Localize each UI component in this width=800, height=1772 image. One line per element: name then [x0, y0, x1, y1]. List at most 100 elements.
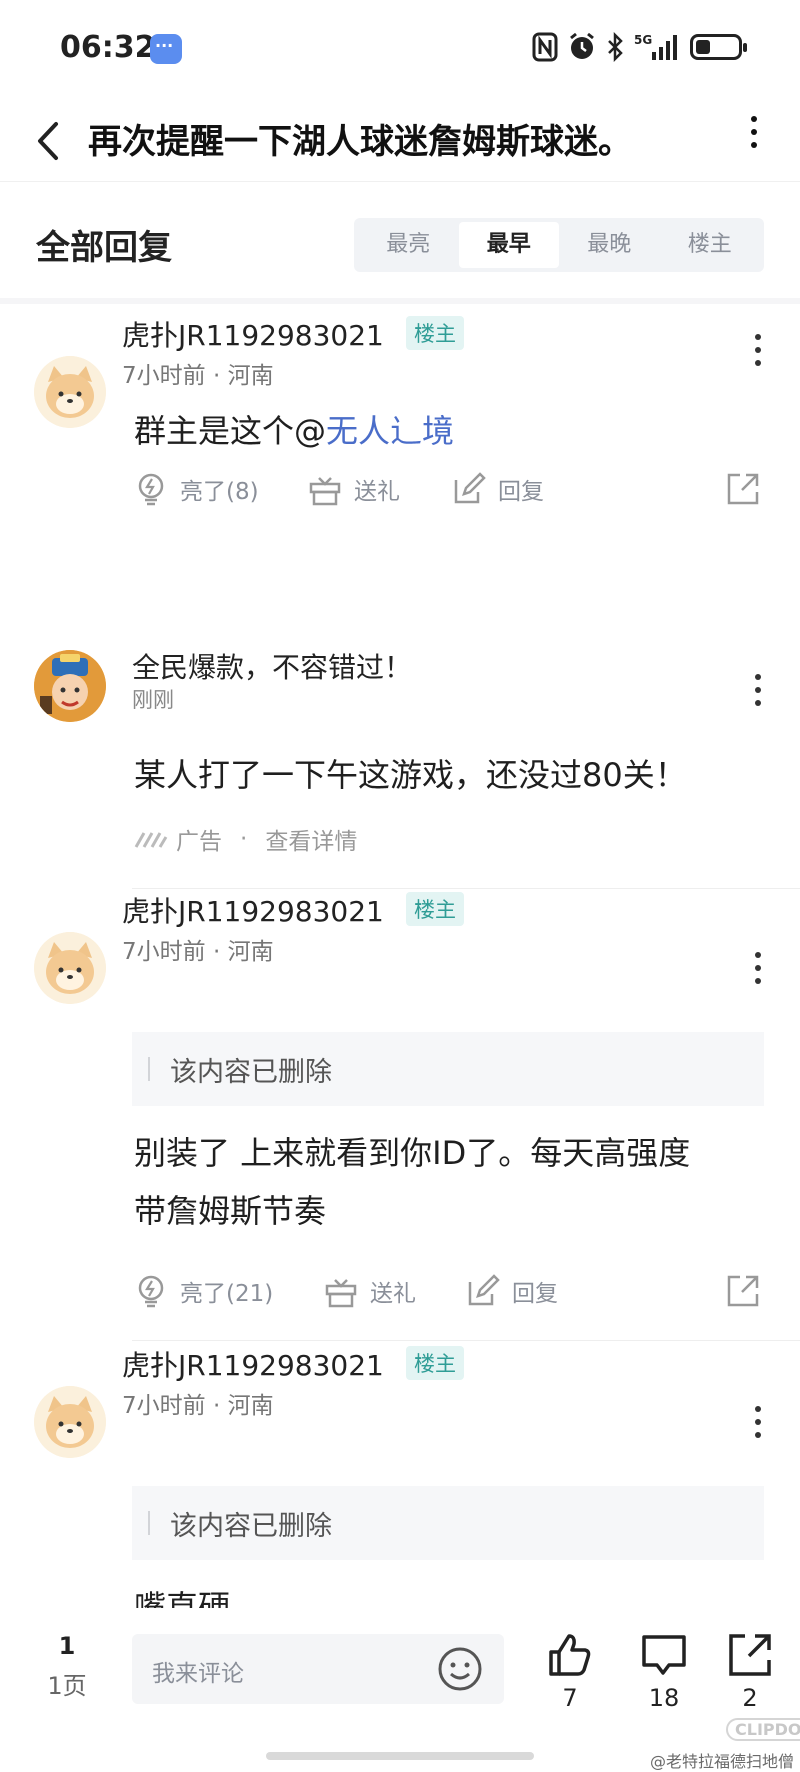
reply-item: 虎扑JR1192983021 楼主 7小时前 · 河南 群主是这个@无人辶境 亮… — [0, 304, 800, 592]
ad-info: 广告 · 查看详情 — [134, 822, 357, 856]
mention-link[interactable]: 无人辶境 — [326, 412, 454, 450]
username[interactable]: 虎扑JR1192983021 — [122, 1344, 384, 1384]
reply-content-line: 带詹姆斯节奏 — [134, 1192, 327, 1230]
edit-icon — [454, 472, 486, 504]
status-bar: 06:32 5G — [0, 0, 800, 100]
gift-icon — [309, 477, 341, 506]
ad-meta: 刚刚 — [132, 688, 174, 712]
share-button[interactable] — [724, 470, 762, 508]
battery-icon — [690, 34, 747, 60]
page-indicator[interactable]: 1 1页 — [30, 1632, 104, 1701]
ad-item: 全民爆款，不容错过！ 刚刚 某人打了一下午这游戏，还没过80关！ 广告 · 查看… — [0, 592, 800, 888]
tab-op-only[interactable]: 楼主 — [660, 222, 761, 268]
op-badge: 楼主 — [406, 892, 464, 926]
share-icon — [727, 473, 759, 505]
gift-label: 送礼 — [370, 1281, 416, 1307]
reply-label: 回复 — [498, 479, 544, 505]
nfc-icon — [532, 32, 558, 62]
like-count: 亮了(8) — [180, 479, 259, 505]
current-page: 1 — [58, 1632, 76, 1660]
svg-text:5G: 5G — [634, 33, 652, 47]
page-title: 再次提醒一下湖人球迷詹姆斯球迷。 — [88, 122, 632, 162]
replies-title: 全部回复 — [36, 228, 172, 268]
more-options-icon[interactable] — [746, 674, 770, 706]
thumbs-up-icon — [549, 1634, 591, 1676]
more-options-icon[interactable] — [742, 116, 766, 148]
dot-separator: · — [240, 826, 248, 852]
avatar[interactable] — [34, 932, 106, 1004]
lightbulb-icon — [138, 1275, 164, 1308]
ad-logo-icon — [134, 832, 168, 848]
ad-content[interactable]: 某人打了一下午这游戏，还没过80关！ — [134, 746, 687, 804]
reply-content: 群主是这个@无人辶境 — [134, 402, 454, 460]
quoted-reply[interactable]: 该内容已删除 — [132, 1486, 764, 1560]
reply-item: 虎扑JR1192983021 楼主 7小时前 · 河南 该内容已删除 别装了 上… — [0, 888, 800, 1338]
watermark-logo: CLIPDO — [726, 1718, 800, 1741]
comment-bubble-icon — [642, 1635, 686, 1675]
status-icons: 5G — [532, 32, 747, 62]
reply-button[interactable]: 回复 — [464, 1272, 558, 1310]
more-options-icon[interactable] — [746, 334, 770, 366]
username[interactable]: 虎扑JR1192983021 — [122, 314, 384, 354]
ad-label: 广告 — [176, 829, 222, 855]
quoted-text: 该内容已删除 — [170, 1511, 332, 1542]
post-like-count: 7 — [562, 1684, 578, 1712]
quoted-text: 该内容已删除 — [170, 1057, 332, 1088]
username[interactable]: 虎扑JR1192983021 — [122, 890, 384, 930]
watermark: @老特拉福德扫地僧 — [649, 1752, 794, 1771]
like-button[interactable]: 亮了(8) — [132, 470, 259, 508]
op-badge: 楼主 — [406, 316, 464, 350]
quoted-reply[interactable]: 该内容已删除 — [132, 1032, 764, 1106]
lightbulb-icon — [138, 473, 164, 506]
share-count: 2 — [742, 1684, 758, 1712]
message-bubble-icon — [150, 34, 182, 64]
reply-actions: 亮了(8) 送礼 回复 — [132, 470, 772, 520]
reply-item: 虎扑JR1192983021 楼主 7小时前 · 河南 该内容已删除 嘴直硬 — [0, 1340, 800, 1608]
reply-label: 回复 — [512, 1281, 558, 1307]
gift-label: 送礼 — [354, 479, 400, 505]
back-arrow-icon[interactable] — [30, 118, 70, 164]
share-post-button[interactable]: 2 — [718, 1630, 782, 1712]
comment-input[interactable]: 我来评论 — [132, 1634, 504, 1704]
reply-button[interactable]: 回复 — [450, 470, 544, 508]
share-button[interactable] — [724, 1272, 762, 1310]
tab-earliest[interactable]: 最早 — [458, 222, 559, 268]
tab-brightest[interactable]: 最亮 — [358, 222, 459, 268]
status-time: 06:32 — [60, 30, 156, 65]
ad-title[interactable]: 全民爆款，不容错过！ — [132, 646, 412, 686]
comment-placeholder: 我来评论 — [152, 1661, 244, 1687]
more-options-icon[interactable] — [746, 952, 770, 984]
home-indicator[interactable] — [266, 1752, 534, 1760]
comment-count: 18 — [648, 1684, 680, 1712]
gift-icon — [325, 1279, 357, 1308]
reply-content: 嘴直硬 — [134, 1588, 231, 1608]
share-icon — [727, 1275, 759, 1307]
like-count: 亮了(21) — [180, 1281, 274, 1307]
tab-latest[interactable]: 最晚 — [559, 222, 660, 268]
gift-button[interactable]: 送礼 — [306, 470, 400, 508]
reply-content-line: 别装了 上来就看到你ID了。每天高强度 — [134, 1134, 691, 1172]
alarm-icon — [568, 32, 596, 62]
post-meta: 7小时前 · 河南 — [122, 363, 274, 389]
ad-details-link[interactable]: 查看详情 — [265, 822, 357, 856]
replies-header: 全部回复 最亮 最早 最晚 楼主 — [0, 182, 800, 304]
bluetooth-icon — [606, 32, 624, 62]
emoji-icon[interactable] — [436, 1645, 484, 1693]
avatar[interactable] — [34, 356, 106, 428]
reply-text: 群主是这个@ — [134, 412, 327, 450]
title-bar: 再次提醒一下湖人球迷詹姆斯球迷。 — [0, 100, 800, 182]
op-badge: 楼主 — [406, 1346, 464, 1380]
like-post-button[interactable]: 7 — [538, 1630, 602, 1712]
avatar[interactable] — [34, 1386, 106, 1458]
comments-button[interactable]: 18 — [632, 1630, 696, 1712]
ad-avatar[interactable] — [34, 650, 106, 722]
reply-actions: 亮了(21) 送礼 回复 — [132, 1272, 772, 1322]
edit-icon — [468, 1274, 500, 1306]
post-meta: 7小时前 · 河南 — [122, 939, 274, 965]
more-options-icon[interactable] — [746, 1406, 770, 1438]
like-button[interactable]: 亮了(21) — [132, 1272, 273, 1310]
gift-button[interactable]: 送礼 — [322, 1272, 416, 1310]
total-pages: 1页 — [47, 1672, 87, 1700]
share-icon — [729, 1634, 771, 1676]
sort-tabs: 最亮 最早 最晚 楼主 — [354, 218, 764, 272]
